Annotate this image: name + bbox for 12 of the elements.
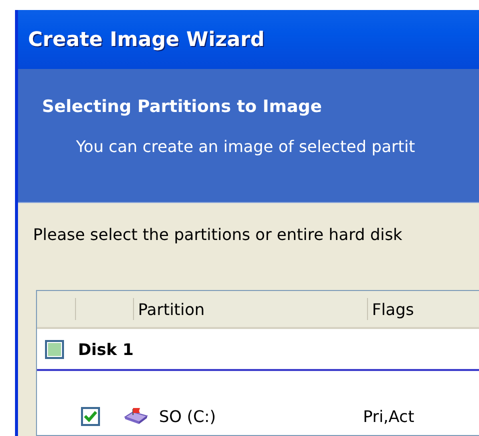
disk-name: Disk 1 xyxy=(78,340,134,358)
checkbox[interactable] xyxy=(45,340,64,358)
partition-flags: Pri,Act xyxy=(363,406,414,426)
column-header[interactable]: Flags xyxy=(368,300,414,318)
header-subtitle: You can create an image of selected partit xyxy=(76,136,416,156)
drive-icon xyxy=(123,406,149,426)
header-title: Selecting Partitions to Image xyxy=(42,96,323,117)
partition-name: SO (C:) xyxy=(159,406,217,426)
window-title: Create Image Wizard xyxy=(28,27,265,52)
checkbox[interactable] xyxy=(81,406,100,426)
instruction-text: Please select the partitions or entire hard disk xyxy=(32,224,404,244)
column-header[interactable]: Partition xyxy=(134,300,367,318)
